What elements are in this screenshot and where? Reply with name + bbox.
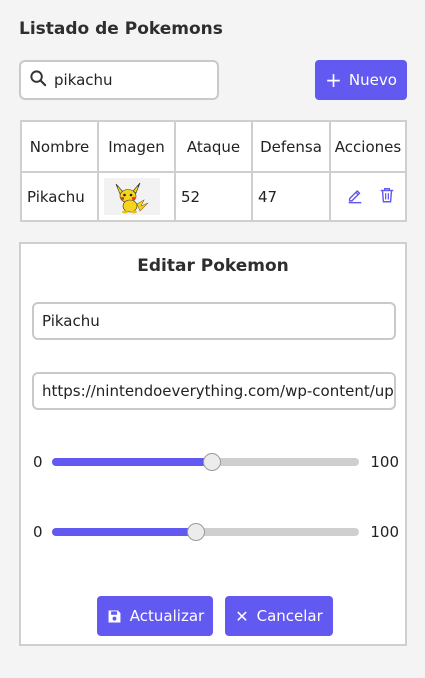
name-input[interactable] [42,312,394,330]
search-box[interactable] [19,60,219,100]
pokemon-list-panel: Listado de Pokemons + Nuevo Nombre Image… [0,0,425,678]
search-input[interactable] [54,71,204,89]
close-icon: ✕ [235,606,249,626]
column-header-ataque: Ataque [174,120,253,173]
edit-form-title: Editar Pokemon [137,256,289,276]
cell-defensa: 47 [251,171,331,222]
cell-ataque: 52 [174,171,253,222]
defense-slider: 0 100 [33,522,399,542]
cancel-button-label: Cancelar [256,607,323,625]
new-pokemon-button[interactable]: + Nuevo [315,60,407,100]
page-title: Listado de Pokemons [19,19,223,39]
cell-nombre: Pikachu [20,171,99,222]
attack-slider-track[interactable] [52,453,359,471]
cancel-button[interactable]: ✕ Cancelar [225,596,333,636]
attack-slider-min: 0 [33,453,43,471]
attack-slider-handle[interactable] [202,453,221,471]
edit-icon[interactable] [346,186,364,208]
plus-icon: + [325,68,342,92]
edit-pokemon-form: Editar Pokemon 0 100 0 100 [19,242,407,646]
image-url-field[interactable] [32,372,396,410]
column-header-defensa: Defensa [251,120,331,173]
defense-slider-min: 0 [33,523,43,541]
defense-slider-fill [52,528,197,536]
defense-slider-handle[interactable] [187,523,206,541]
cell-acciones [329,171,407,222]
defense-slider-max: 100 [370,523,399,541]
pokemon-table: Nombre Imagen Ataque Defensa Acciones Pi… [20,120,407,222]
new-button-label: Nuevo [348,71,397,89]
column-header-acciones: Acciones [329,120,407,173]
delete-icon[interactable] [378,186,396,208]
column-header-imagen: Imagen [97,120,176,173]
cell-imagen [97,171,176,222]
pikachu-thumbnail [104,178,160,215]
attack-slider-max: 100 [370,453,399,471]
table-header-row: Nombre Imagen Ataque Defensa Acciones [20,120,407,173]
table-row: Pikachu 52 47 [20,171,407,222]
name-field[interactable] [32,302,396,340]
column-header-nombre: Nombre [20,120,99,173]
attack-slider: 0 100 [33,452,399,472]
image-url-input[interactable] [42,382,394,400]
update-button-label: Actualizar [129,607,205,625]
save-icon [106,608,123,625]
update-button[interactable]: Actualizar [97,596,213,636]
defense-slider-track[interactable] [52,523,359,541]
attack-slider-fill [52,458,212,466]
search-icon [29,69,48,92]
